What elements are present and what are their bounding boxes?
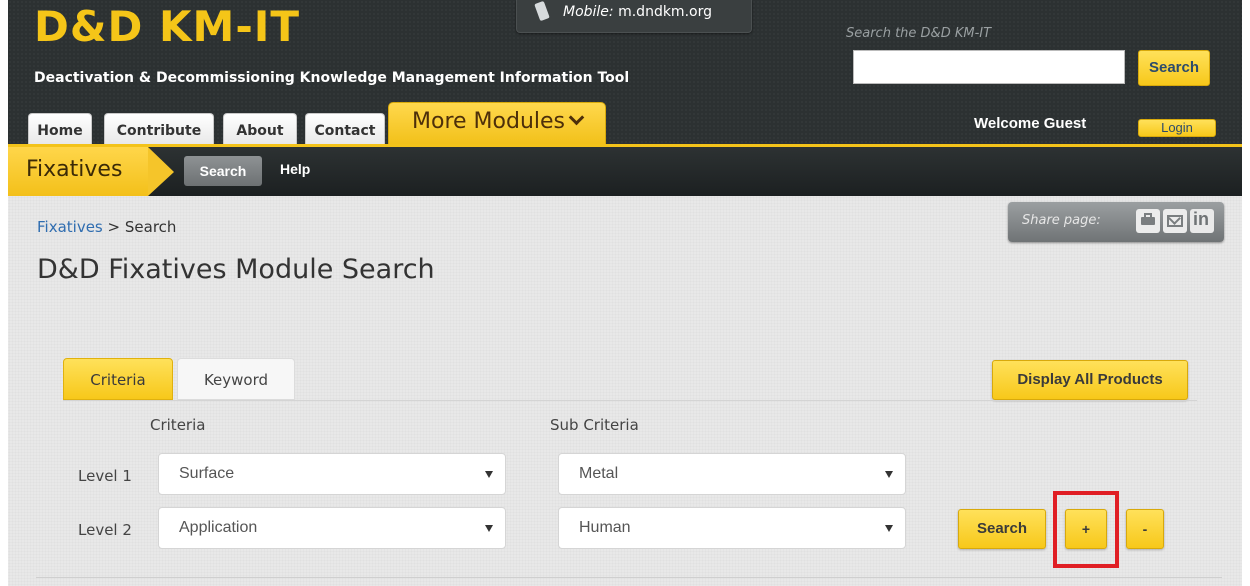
module-title[interactable]: Fixatives bbox=[8, 147, 148, 196]
tab-keyword[interactable]: Keyword bbox=[177, 358, 295, 400]
nav-tab-contribute[interactable]: Contribute bbox=[104, 113, 214, 144]
nav-tab-contact[interactable]: Contact bbox=[305, 113, 385, 144]
mobile-label: Mobile: bbox=[563, 4, 614, 20]
dropdown-caret-icon bbox=[485, 471, 493, 478]
site-search-input[interactable] bbox=[853, 50, 1125, 84]
mobile-url[interactable]: m.dndkm.org bbox=[618, 4, 712, 20]
panel-divider bbox=[63, 400, 1197, 401]
criteria-select-level-2-value: Application bbox=[179, 519, 258, 536]
breadcrumb-current: Search bbox=[124, 218, 177, 236]
sub-criteria-select-level-1-value: Metal bbox=[579, 465, 619, 482]
module-title-arrow bbox=[148, 147, 174, 196]
site-search-button[interactable]: Search bbox=[1138, 50, 1210, 86]
share-label: Share page: bbox=[1022, 213, 1101, 228]
site-tagline: Deactivation & Decommissioning Knowledge… bbox=[34, 70, 630, 86]
nav-tab-more-modules[interactable]: More Modules bbox=[388, 102, 606, 144]
linkedin-icon[interactable]: in bbox=[1190, 209, 1214, 233]
share-page-box: Share page: in bbox=[1008, 202, 1224, 242]
criteria-select-level-1[interactable]: Surface bbox=[158, 453, 506, 495]
tab-criteria[interactable]: Criteria bbox=[63, 358, 173, 400]
breadcrumb-link-fixatives[interactable]: Fixatives bbox=[37, 218, 103, 236]
nav-tab-about[interactable]: About bbox=[223, 113, 297, 144]
criteria-select-level-2[interactable]: Application bbox=[158, 507, 506, 549]
column-header-sub-criteria: Sub Criteria bbox=[550, 416, 639, 434]
search-hint: Search the D&D KM-IT bbox=[846, 26, 992, 41]
column-header-criteria: Criteria bbox=[150, 416, 206, 434]
print-icon[interactable] bbox=[1136, 209, 1160, 233]
sub-criteria-select-level-1[interactable]: Metal bbox=[558, 453, 906, 495]
welcome-text: Welcome Guest bbox=[974, 115, 1087, 132]
login-button[interactable]: Login bbox=[1138, 119, 1216, 137]
site-logo[interactable]: D&D KM-IT bbox=[34, 2, 300, 51]
breadcrumb: Fixatives > Search bbox=[37, 218, 176, 236]
dropdown-caret-icon bbox=[885, 525, 893, 532]
mobile-link-box[interactable]: Mobile: m.dndkm.org bbox=[516, 0, 752, 33]
chevron-down-icon bbox=[568, 109, 585, 126]
module-nav-search[interactable]: Search bbox=[184, 156, 262, 186]
criteria-search-button[interactable]: Search bbox=[958, 509, 1046, 549]
page-title: D&D Fixatives Module Search bbox=[37, 254, 435, 285]
dropdown-caret-icon bbox=[885, 471, 893, 478]
site-header: D&D KM-IT Deactivation & Decommissioning… bbox=[8, 0, 1242, 144]
more-modules-label: More Modules bbox=[412, 109, 565, 134]
row-label-level-1: Level 1 bbox=[78, 467, 132, 485]
mobile-link[interactable]: Mobile: m.dndkm.org bbox=[563, 4, 712, 20]
module-bar: Fixatives Search Help bbox=[8, 144, 1242, 196]
breadcrumb-separator: > bbox=[107, 218, 121, 236]
mail-icon[interactable] bbox=[1163, 209, 1187, 233]
display-all-products-button[interactable]: Display All Products bbox=[992, 360, 1188, 400]
nav-tab-home[interactable]: Home bbox=[28, 113, 92, 144]
dropdown-caret-icon bbox=[485, 525, 493, 532]
module-nav-help[interactable]: Help bbox=[280, 161, 310, 177]
main-content: Fixatives > Search Share page: in D&D Fi… bbox=[8, 196, 1242, 586]
highlight-box bbox=[1053, 491, 1119, 568]
page-frame: D&D KM-IT Deactivation & Decommissioning… bbox=[8, 0, 1242, 586]
sub-criteria-select-level-2[interactable]: Human bbox=[558, 507, 906, 549]
remove-level-button[interactable]: - bbox=[1126, 509, 1164, 549]
mobile-phone-icon bbox=[534, 0, 550, 22]
row-label-level-2: Level 2 bbox=[78, 521, 132, 539]
criteria-select-level-1-value: Surface bbox=[179, 465, 235, 482]
bottom-divider bbox=[36, 577, 1222, 578]
sub-criteria-select-level-2-value: Human bbox=[579, 519, 631, 536]
